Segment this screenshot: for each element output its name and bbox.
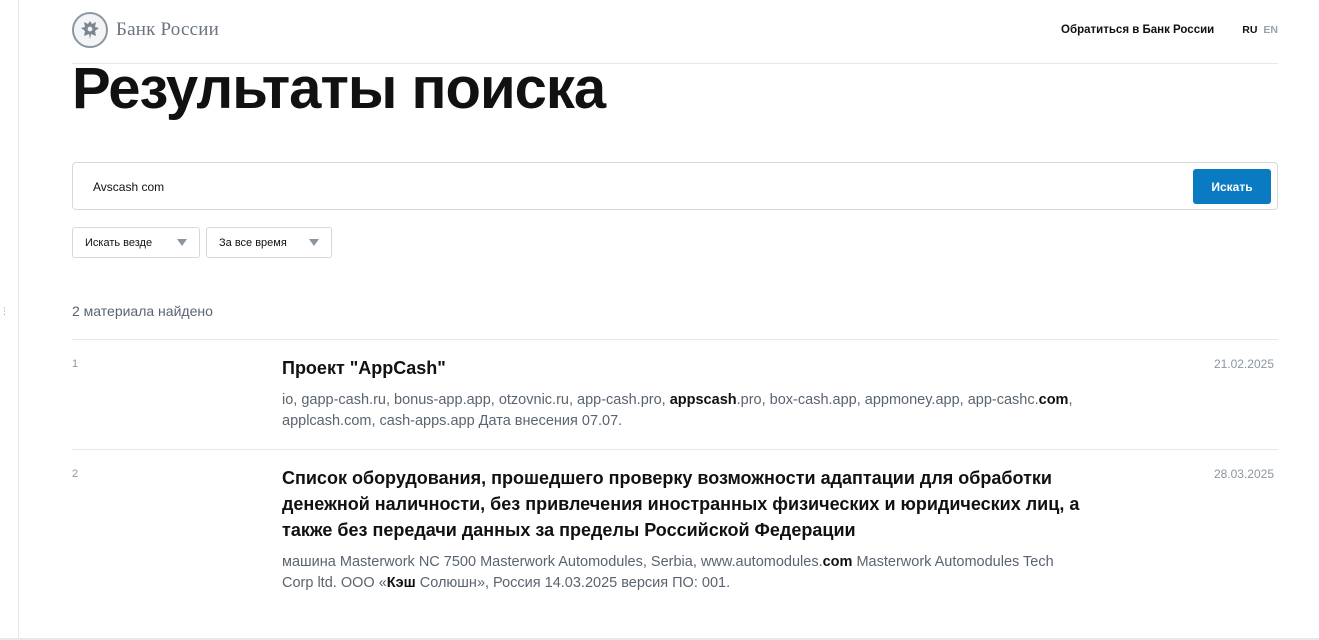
result-snippet: машина Masterwork NC 7500 Masterwork Aut… xyxy=(282,554,1054,591)
rail-handle-icon[interactable]: ⋮ xyxy=(0,307,9,322)
search-input[interactable] xyxy=(93,177,1173,197)
result-number: 2 xyxy=(72,468,79,480)
result-item: 1 Проект "AppCash" 21.02.2025 io, gapp-c… xyxy=(72,339,1278,449)
result-date: 28.03.2025 xyxy=(1213,467,1274,481)
result-item: 2 Список оборудования, прошедшего провер… xyxy=(72,449,1278,609)
left-rail: ⋮ xyxy=(0,0,19,640)
header-right: Обратиться в Банк России RU EN xyxy=(1061,24,1278,36)
eagle-emblem-icon xyxy=(72,12,108,48)
logo-text: Банк России xyxy=(116,19,219,40)
result-number: 1 xyxy=(72,358,79,370)
filter-search-scope[interactable]: Искать везде xyxy=(72,227,200,258)
lang-en-link[interactable]: EN xyxy=(1263,24,1278,36)
results-count: 2 материала найдено xyxy=(72,303,213,319)
logo[interactable]: Банк России xyxy=(72,12,219,48)
filter-time-period[interactable]: За все время xyxy=(206,227,332,258)
chevron-down-icon xyxy=(177,239,187,246)
result-title-link[interactable]: Список оборудования, прошедшего проверку… xyxy=(282,465,1082,543)
result-snippet: io, gapp-cash.ru, bonus-app.app, otzovni… xyxy=(282,392,1073,429)
result-date: 21.02.2025 xyxy=(1213,357,1274,371)
contact-bank-link[interactable]: Обратиться в Банк России xyxy=(1061,24,1214,36)
search-button[interactable]: Искать xyxy=(1193,169,1271,204)
page-title: Результаты поиска xyxy=(72,56,606,121)
filter-label: За все время xyxy=(219,236,287,249)
search-box: Искать xyxy=(72,162,1278,210)
result-title-link[interactable]: Проект "AppCash" xyxy=(282,355,1082,381)
language-switcher: RU EN xyxy=(1242,24,1278,36)
lang-ru-link[interactable]: RU xyxy=(1242,24,1257,36)
chevron-down-icon xyxy=(309,239,319,246)
filter-label: Искать везде xyxy=(85,236,153,249)
